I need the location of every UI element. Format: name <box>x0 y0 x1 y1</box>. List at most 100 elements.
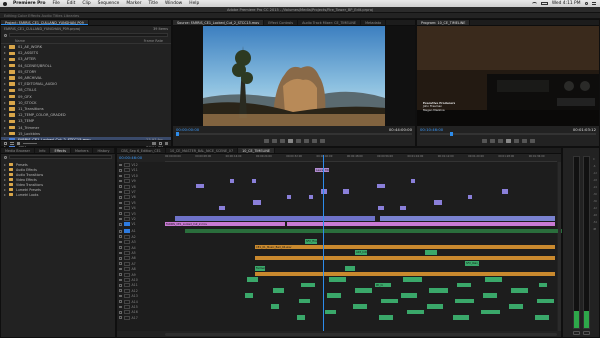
lock-icon[interactable] <box>119 273 122 276</box>
audio-clip[interactable] <box>297 315 305 320</box>
video-clip[interactable] <box>309 194 313 200</box>
lock-icon[interactable] <box>119 212 122 215</box>
lock-icon[interactable] <box>119 223 122 226</box>
disclosure-triangle-icon[interactable] <box>4 120 6 123</box>
video-clip[interactable] <box>287 194 291 200</box>
track-target[interactable] <box>123 250 130 255</box>
lock-icon[interactable] <box>119 289 122 292</box>
lock-icon[interactable] <box>119 169 122 172</box>
video-clip[interactable] <box>411 178 415 184</box>
audio-clip[interactable] <box>325 309 336 315</box>
tab-project[interactable]: Project: FARRIS_CE1_CULLAND_YUNGHAN_P09 <box>1 20 89 25</box>
audio-clip[interactable] <box>383 282 391 288</box>
lock-icon[interactable] <box>119 185 122 188</box>
track-target[interactable] <box>123 184 130 189</box>
tab-audio-mixer[interactable]: Audio Track Mixer: CE_TIMELINE <box>298 20 362 25</box>
program-timecode[interactable]: 00:10:46:00 <box>420 127 443 132</box>
lock-icon[interactable] <box>119 230 122 233</box>
step-back-button[interactable] <box>497 139 503 143</box>
tab-history[interactable]: History <box>93 148 115 153</box>
timeline-ruler[interactable]: 00:00:00:00 00:00:08:00 00:00:16:00 00:00:2… <box>165 155 557 162</box>
menu-help[interactable]: Help <box>189 1 199 6</box>
audio-clip[interactable] <box>245 293 253 298</box>
timeline-timecode[interactable]: 00:00:46:00 <box>119 155 142 160</box>
step-forward-button[interactable] <box>295 139 301 143</box>
audio-clip[interactable] <box>327 293 341 298</box>
lock-icon[interactable] <box>119 246 122 249</box>
audio-clip[interactable]: Pit_Crowd_RAW <box>375 282 383 288</box>
new-item-icon[interactable] <box>159 142 162 145</box>
video-clip[interactable] <box>380 216 555 221</box>
disclosure-triangle-icon[interactable] <box>4 101 6 104</box>
apple-icon[interactable] <box>3 1 7 6</box>
icon-view-icon[interactable] <box>17 142 20 145</box>
program-scrubber[interactable] <box>420 132 596 136</box>
audio-clip[interactable] <box>401 293 409 298</box>
lock-icon[interactable] <box>119 262 122 265</box>
video-clip[interactable] <box>321 189 327 194</box>
menu-file[interactable]: File <box>53 1 60 6</box>
lock-icon[interactable] <box>119 190 122 194</box>
track-target[interactable] <box>123 283 130 288</box>
video-clip[interactable] <box>502 189 508 194</box>
export-frame-button[interactable] <box>319 139 325 143</box>
menu-clip[interactable]: Clip <box>82 1 90 6</box>
disclosure-triangle-icon[interactable] <box>4 95 6 98</box>
source-viewer[interactable] <box>173 26 415 126</box>
audio-clip[interactable]: A03_Intro_Rich <box>355 250 367 255</box>
audio-clip[interactable] <box>299 298 310 304</box>
track-target[interactable] <box>123 261 130 266</box>
disclosure-triangle-icon[interactable] <box>4 132 6 135</box>
lock-icon[interactable] <box>119 163 122 167</box>
audio-clip[interactable] <box>409 293 417 298</box>
menubar-clock[interactable]: Wed 4:11 PM <box>552 1 581 6</box>
audio-clip[interactable] <box>437 288 448 293</box>
lock-icon[interactable] <box>119 235 122 238</box>
track-target[interactable] <box>123 200 130 205</box>
audio-clip[interactable] <box>271 304 279 309</box>
track-target[interactable] <box>123 211 130 216</box>
effects-search-input[interactable] <box>9 155 112 159</box>
timeline-scrollbar[interactable] <box>165 333 557 336</box>
audio-clip[interactable] <box>427 304 435 309</box>
mark-out-button[interactable] <box>271 139 277 143</box>
audio-clip[interactable] <box>329 277 346 282</box>
music-clip[interactable]: CE1_01_Music_Bed_04.wav <box>255 244 555 250</box>
lock-icon[interactable] <box>119 294 122 298</box>
disclosure-triangle-icon[interactable] <box>4 70 6 73</box>
audio-clip[interactable] <box>463 298 474 304</box>
lock-icon[interactable] <box>119 179 122 183</box>
disclosure-triangle-icon[interactable] <box>4 183 6 186</box>
audio-clip[interactable]: Farmer_Rain <box>255 266 265 271</box>
disclosure-triangle-icon[interactable] <box>4 178 6 181</box>
mark-in-button[interactable] <box>481 139 487 143</box>
disclosure-triangle-icon[interactable] <box>4 46 6 49</box>
track-target[interactable] <box>123 288 130 293</box>
disclosure-triangle-icon[interactable] <box>4 64 6 67</box>
video-clip[interactable] <box>253 200 261 205</box>
video-clip[interactable] <box>343 189 349 194</box>
audio-clip[interactable] <box>461 315 469 320</box>
menu-window[interactable]: Window <box>165 1 182 6</box>
track-target[interactable] <box>123 173 130 178</box>
track-target[interactable] <box>123 163 130 167</box>
battery-icon[interactable] <box>540 1 548 6</box>
tab-sequence-2[interactable]: 10_CE_MASTER_BAL_NICE_SCENE_07 <box>166 148 239 153</box>
disclosure-triangle-icon[interactable] <box>4 126 6 129</box>
audio-clip[interactable] <box>379 315 393 320</box>
audio-clip[interactable] <box>511 288 528 293</box>
track-target[interactable] <box>123 229 130 234</box>
video-clip[interactable] <box>252 178 256 184</box>
track-target[interactable] <box>123 240 130 245</box>
disclosure-triangle-icon[interactable] <box>4 188 6 191</box>
lock-icon[interactable] <box>119 257 122 260</box>
disclosure-triangle-icon[interactable] <box>4 114 6 117</box>
tab-metadata[interactable]: Metadata <box>361 20 387 25</box>
track-target[interactable] <box>123 294 130 299</box>
lock-icon[interactable] <box>119 311 122 314</box>
disclosure-triangle-icon[interactable] <box>4 83 6 86</box>
menu-sequence[interactable]: Sequence <box>98 1 120 6</box>
audio-clip[interactable] <box>407 309 424 315</box>
insert-button[interactable] <box>303 139 309 143</box>
search-icon[interactable] <box>4 155 7 159</box>
